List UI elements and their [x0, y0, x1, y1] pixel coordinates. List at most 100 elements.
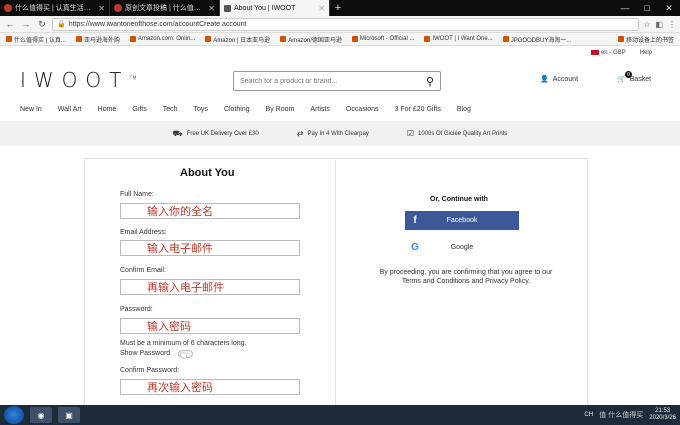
maximize-icon[interactable]: □ [636, 0, 658, 16]
bookmark-item[interactable]: Amazon | 日本亚马逊 [205, 35, 270, 44]
bookmark-icon [424, 36, 431, 42]
close-window-icon[interactable]: ✕ [658, 0, 680, 16]
new-tab-button[interactable]: + [330, 0, 346, 16]
perks-banner: ⛟ Free UK Delivery Over £30 ⇄ Pay In 4 Wit… [0, 121, 680, 146]
menu-icon[interactable]: ⋮ [668, 20, 676, 29]
help-link[interactable]: Help [640, 50, 652, 56]
email-label: Email Address: [120, 229, 167, 236]
confirm-password-label: Confirm Password: [120, 367, 180, 374]
bookmarks-bar: 什么值得买 | 认真... 亚马逊海外购 Amazon.com: Onlin..… [0, 33, 680, 46]
url-text: https://www.iwantoneofthose.com/accountC… [68, 20, 247, 28]
bookmark-icon [502, 36, 509, 42]
bookmark-item[interactable]: Amazon.com: Onlin... [129, 36, 195, 42]
browser-tab-submit[interactable]: 原创文章投稿 | 什么值得买 ✕ [110, 0, 220, 16]
show-password-label: Show Password [120, 350, 171, 357]
nav-item-occasions[interactable]: Occasions [346, 106, 379, 113]
smzdm-favicon-icon [114, 4, 122, 12]
show-password-toggle[interactable] [178, 350, 193, 359]
clock[interactable]: 21:53 2020/3/26 [649, 408, 676, 422]
nav-item-wall-art[interactable]: Wall Art [58, 106, 82, 113]
password-hint: Must be a minimum of 6 characters long. [120, 340, 247, 347]
confirm-password-input[interactable]: 再次输入密码 [120, 379, 300, 395]
browser-tab-smzdm[interactable]: 什么值得买 | 认真生活，好好... ✕ [0, 0, 110, 16]
folder-icon [617, 36, 624, 42]
star-icon[interactable]: ☆ [643, 20, 650, 29]
minimize-icon[interactable]: — [614, 0, 636, 16]
email-input[interactable]: 输入电子邮件 [120, 240, 300, 256]
terms-text: By proceeding, you are confirming that y… [379, 269, 553, 285]
nav-item-clothing[interactable]: Clothing [224, 106, 250, 113]
bookmark-item[interactable]: Microsoft - Official ... [351, 36, 414, 42]
basket-icon: 🛒 0 [617, 71, 632, 83]
bookmark-item[interactable]: Amazon/德国亚马逊 [280, 35, 342, 44]
confirm-email-input[interactable]: 再输入电子邮件 [120, 279, 300, 295]
truck-icon: ⛟ [172, 128, 183, 138]
search-input[interactable] [240, 77, 426, 85]
nav-item-by-room[interactable]: By Room [266, 106, 295, 113]
basket-count-badge: 0 [625, 71, 632, 78]
confirm-email-label: Confirm Email: [120, 267, 166, 274]
tab-title: 原创文章投稿 | 什么值得买 [125, 5, 206, 12]
toolbar-icons: ☆ ◧ ⋮ [643, 20, 676, 29]
uk-flag-icon [590, 49, 599, 55]
start-button-icon[interactable] [4, 406, 24, 424]
bookmark-item[interactable]: 什么值得买 | 认真... [6, 35, 66, 44]
close-icon[interactable]: ✕ [98, 4, 105, 13]
back-icon[interactable]: ← [4, 19, 16, 29]
close-icon[interactable]: ✕ [318, 4, 325, 13]
bookmark-item[interactable]: 亚马逊海外购 [75, 35, 120, 44]
facebook-icon: f [413, 215, 417, 226]
page-title: About You [180, 167, 235, 179]
basket-link[interactable]: 🛒 0 Basket [617, 71, 651, 83]
bookmark-icon [6, 36, 12, 42]
search-icon[interactable]: ⚲ [426, 75, 434, 88]
iwoot-logo[interactable]: IWOOTTM [20, 68, 137, 92]
bookmark-item[interactable]: IWOOT | I Want One... [424, 36, 493, 42]
language-indicator[interactable]: CH [584, 412, 593, 418]
forward-icon[interactable]: → [20, 19, 32, 29]
browser-tab-strip: 什么值得买 | 认真生活，好好... ✕ 原创文章投稿 | 什么值得买 ✕ Ab… [0, 0, 680, 16]
site-topbar: en - GBP Help [0, 46, 680, 60]
account-link[interactable]: 👤 Account [540, 75, 578, 84]
iwoot-favicon-icon [224, 4, 231, 12]
watermark: 值 什么值得买 [599, 411, 644, 419]
bookmark-icon [75, 36, 82, 42]
locale-selector[interactable]: en - GBP [590, 49, 626, 56]
bookmark-icon [351, 36, 358, 42]
reload-icon[interactable]: ↻ [36, 19, 48, 30]
close-icon[interactable]: ✕ [208, 4, 215, 13]
password-input[interactable]: 输入密码 [120, 318, 300, 334]
nav-item-3-for-20[interactable]: 3 For £20 Gifts [395, 106, 441, 113]
password-label: Password: [120, 306, 153, 313]
bookmark-icon [280, 36, 287, 42]
mobile-bookmarks[interactable]: 移动设备上的书签 [617, 35, 674, 44]
bookmark-icon [205, 36, 212, 42]
address-bar[interactable]: 🔒 https://www.iwantoneofthose.com/accoun… [52, 17, 640, 31]
windows-taskbar: ◉ ▣ CH 值 什么值得买 21:53 2020/3/26 [0, 405, 680, 425]
paint-taskbar-icon[interactable]: ▣ [58, 407, 80, 423]
smzdm-favicon-icon [4, 4, 12, 12]
social-heading: Or, Continue with [430, 196, 488, 203]
extension-icon[interactable]: ◧ [655, 20, 663, 29]
google-icon: G [411, 242, 419, 253]
column-divider [335, 160, 336, 410]
facebook-login-button[interactable]: f Facebook [405, 211, 519, 230]
browser-tab-iwoot[interactable]: About You | IWOOT ✕ [220, 0, 330, 16]
full-name-input[interactable]: 输入你的全名 [120, 203, 300, 219]
google-login-button[interactable]: G Google [405, 238, 519, 257]
firefox-taskbar-icon[interactable]: ◉ [30, 407, 52, 423]
address-toolbar: ← → ↻ 🔒 https://www.iwantoneofthose.com/… [0, 16, 680, 33]
nav-item-new-in[interactable]: New In [20, 106, 42, 113]
perk-clearpay: ⇄ Pay In 4 With Clearpay [296, 129, 369, 138]
nav-item-toys[interactable]: Toys [194, 106, 208, 113]
main-nav: New In Wall Art Home Gifts Tech Toys Clo… [20, 106, 471, 113]
nav-item-artists[interactable]: Artists [310, 106, 329, 113]
nav-item-tech[interactable]: Tech [163, 106, 178, 113]
lock-icon: 🔒 [57, 21, 66, 28]
nav-item-home[interactable]: Home [98, 106, 117, 113]
nav-item-gifts[interactable]: Gifts [132, 106, 146, 113]
perk-art-prints: ☑ 1000s Of Giclée Quality Art Prints [406, 129, 508, 138]
bookmark-item[interactable]: JPGOODBUY海淘一... [502, 35, 571, 44]
clipboard-icon: ☑ [406, 129, 414, 138]
nav-item-blog[interactable]: Blog [457, 106, 471, 113]
